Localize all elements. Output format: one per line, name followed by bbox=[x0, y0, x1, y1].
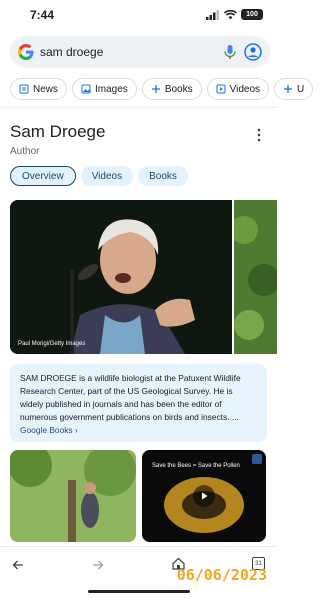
portrait-image bbox=[10, 200, 232, 354]
play-icon bbox=[202, 492, 208, 500]
more-vert-icon[interactable] bbox=[257, 128, 261, 142]
video-thumbnail[interactable] bbox=[10, 450, 136, 542]
description-text: SAM DROEGE is a wildlife biologist at th… bbox=[20, 373, 241, 422]
tree-image bbox=[10, 450, 136, 542]
image-icon bbox=[81, 84, 91, 94]
plus-icon bbox=[151, 85, 160, 93]
knowledge-panel-tabs: Overview Videos Books bbox=[10, 166, 188, 186]
battery-icon: 100 bbox=[241, 9, 263, 20]
divider bbox=[0, 107, 277, 108]
video-thumbnail[interactable]: Save the Bees = Save the Pollen bbox=[142, 450, 266, 542]
mic-icon[interactable] bbox=[222, 44, 238, 60]
image-credit: Paul Morigi/Getty Images bbox=[18, 341, 86, 347]
description-card: SAM DROEGE is a wildlife biologist at th… bbox=[10, 364, 267, 442]
plus-icon bbox=[284, 85, 293, 93]
chip-images-label: Images bbox=[95, 83, 128, 95]
chip-more[interactable]: U bbox=[274, 78, 314, 100]
tab-books[interactable]: Books bbox=[138, 166, 188, 186]
wifi-icon bbox=[224, 9, 237, 19]
status-time: 7:44 bbox=[30, 8, 55, 22]
chip-more-label: U bbox=[297, 83, 305, 95]
google-books-link[interactable]: Google Books › bbox=[20, 425, 78, 435]
chip-videos-label: Videos bbox=[229, 83, 261, 95]
video-title: Save the Bees = Save the Pollen bbox=[152, 463, 240, 469]
search-input[interactable]: sam droege bbox=[10, 36, 270, 68]
video-icon bbox=[216, 84, 226, 94]
chip-images[interactable]: Images bbox=[72, 78, 137, 100]
play-button[interactable] bbox=[193, 485, 215, 507]
status-bar: 7:44 100 bbox=[0, 0, 277, 34]
tab-overview[interactable]: Overview bbox=[10, 166, 76, 186]
chip-videos[interactable]: Videos bbox=[206, 78, 270, 100]
google-logo-icon bbox=[18, 44, 34, 60]
chip-news-label: News bbox=[33, 83, 59, 95]
home-indicator bbox=[88, 590, 190, 593]
tab-videos[interactable]: Videos bbox=[80, 166, 134, 186]
chip-news[interactable]: News bbox=[10, 78, 68, 100]
date-stamp: 06/06/2023 bbox=[176, 566, 267, 584]
foliage-image bbox=[234, 200, 277, 354]
news-icon bbox=[19, 84, 29, 94]
chip-books-label: Books bbox=[164, 83, 193, 95]
forward-arrow-icon[interactable] bbox=[92, 559, 104, 571]
profile-icon[interactable] bbox=[244, 43, 262, 61]
chip-books[interactable]: Books bbox=[141, 78, 202, 100]
main-image[interactable]: Paul Morigi/Getty Images bbox=[10, 200, 232, 354]
signal-icon bbox=[206, 9, 219, 20]
search-query[interactable]: sam droege bbox=[40, 45, 222, 59]
search-chips: News Images Books Videos U bbox=[10, 78, 314, 100]
status-icons: 100 bbox=[206, 9, 263, 20]
back-arrow-icon[interactable] bbox=[12, 559, 24, 571]
side-image[interactable] bbox=[234, 200, 277, 354]
page-title: Sam Droege bbox=[10, 122, 106, 141]
page-subtitle: Author bbox=[10, 146, 40, 157]
